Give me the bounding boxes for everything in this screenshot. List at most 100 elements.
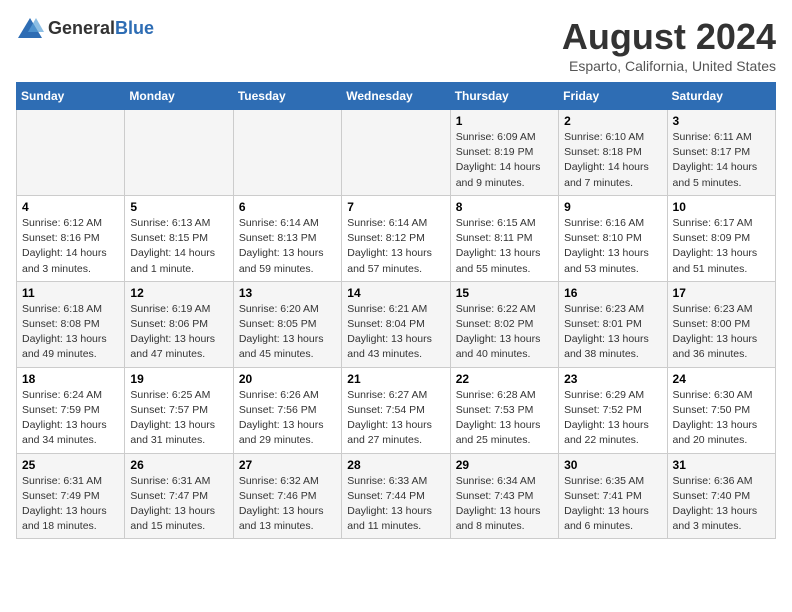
logo-general: General — [48, 18, 115, 38]
day-cell — [342, 110, 450, 196]
day-info: Sunrise: 6:23 AM Sunset: 8:01 PM Dayligh… — [564, 302, 661, 363]
logo-blue: Blue — [115, 18, 154, 38]
day-info: Sunrise: 6:30 AM Sunset: 7:50 PM Dayligh… — [673, 388, 770, 449]
subtitle: Esparto, California, United States — [562, 58, 776, 74]
day-info: Sunrise: 6:14 AM Sunset: 8:12 PM Dayligh… — [347, 216, 444, 277]
day-number: 2 — [564, 114, 661, 128]
col-header-sunday: Sunday — [17, 83, 125, 110]
day-number: 29 — [456, 458, 553, 472]
day-info: Sunrise: 6:17 AM Sunset: 8:09 PM Dayligh… — [673, 216, 770, 277]
day-cell — [17, 110, 125, 196]
day-cell: 26Sunrise: 6:31 AM Sunset: 7:47 PM Dayli… — [125, 453, 233, 539]
day-info: Sunrise: 6:16 AM Sunset: 8:10 PM Dayligh… — [564, 216, 661, 277]
col-header-tuesday: Tuesday — [233, 83, 341, 110]
day-number: 1 — [456, 114, 553, 128]
day-cell: 5 Sunrise: 6:13 AM Sunset: 8:15 PM Daylig… — [125, 195, 233, 281]
day-cell: 6Sunrise: 6:14 AM Sunset: 8:13 PM Daylig… — [233, 195, 341, 281]
day-number: 30 — [564, 458, 661, 472]
col-header-monday: Monday — [125, 83, 233, 110]
day-cell: 13 Sunrise: 6:20 AM Sunset: 8:05 PM Dayli… — [233, 281, 341, 367]
day-number: 18 — [22, 372, 119, 386]
day-info: Sunrise: 6:20 AM Sunset: 8:05 PM Dayligh… — [239, 302, 336, 363]
day-cell: 19 Sunrise: 6:25 AM Sunset: 7:57 PM Dayli… — [125, 367, 233, 453]
day-info: Sunrise: 6:36 AM Sunset: 7:40 PM Dayligh… — [673, 474, 770, 535]
day-info: Sunrise: 6:29 AM Sunset: 7:52 PM Dayligh… — [564, 388, 661, 449]
day-info: Sunrise: 6:33 AM Sunset: 7:44 PM Dayligh… — [347, 474, 444, 535]
day-number: 19 — [130, 372, 227, 386]
day-number: 20 — [239, 372, 336, 386]
day-cell: 17Sunrise: 6:23 AM Sunset: 8:00 PM Dayli… — [667, 281, 775, 367]
day-number: 3 — [673, 114, 770, 128]
day-cell: 20Sunrise: 6:26 AM Sunset: 7:56 PM Dayli… — [233, 367, 341, 453]
day-info: Sunrise: 6:27 AM Sunset: 7:54 PM Dayligh… — [347, 388, 444, 449]
day-info: Sunrise: 6:22 AM Sunset: 8:02 PM Dayligh… — [456, 302, 553, 363]
week-row-1: 1 Sunrise: 6:09 AM Sunset: 8:19 PM Daylig… — [17, 110, 776, 196]
day-number: 11 — [22, 286, 119, 300]
day-cell: 2 Sunrise: 6:10 AM Sunset: 8:18 PM Daylig… — [559, 110, 667, 196]
day-cell — [125, 110, 233, 196]
day-info: Sunrise: 6:25 AM Sunset: 7:57 PM Dayligh… — [130, 388, 227, 449]
page-header: GeneralBlue August 2024 Esparto, Califor… — [16, 16, 776, 74]
day-cell: 27 Sunrise: 6:32 AM Sunset: 7:46 PM Dayli… — [233, 453, 341, 539]
day-number: 13 — [239, 286, 336, 300]
day-number: 9 — [564, 200, 661, 214]
col-header-saturday: Saturday — [667, 83, 775, 110]
day-info: Sunrise: 6:10 AM Sunset: 8:18 PM Dayligh… — [564, 130, 661, 191]
day-info: Sunrise: 6:34 AM Sunset: 7:43 PM Dayligh… — [456, 474, 553, 535]
day-cell: 15 Sunrise: 6:22 AM Sunset: 8:02 PM Dayli… — [450, 281, 558, 367]
day-info: Sunrise: 6:13 AM Sunset: 8:15 PM Dayligh… — [130, 216, 227, 277]
col-header-thursday: Thursday — [450, 83, 558, 110]
day-info: Sunrise: 6:31 AM Sunset: 7:49 PM Dayligh… — [22, 474, 119, 535]
day-info: Sunrise: 6:23 AM Sunset: 8:00 PM Dayligh… — [673, 302, 770, 363]
day-number: 14 — [347, 286, 444, 300]
day-number: 31 — [673, 458, 770, 472]
day-number: 6 — [239, 200, 336, 214]
day-number: 21 — [347, 372, 444, 386]
day-number: 7 — [347, 200, 444, 214]
day-cell: 12 Sunrise: 6:19 AM Sunset: 8:06 PM Dayli… — [125, 281, 233, 367]
day-cell: 10 Sunrise: 6:17 AM Sunset: 8:09 PM Dayli… — [667, 195, 775, 281]
day-info: Sunrise: 6:18 AM Sunset: 8:08 PM Dayligh… — [22, 302, 119, 363]
col-header-wednesday: Wednesday — [342, 83, 450, 110]
logo: GeneralBlue — [16, 16, 154, 40]
day-number: 22 — [456, 372, 553, 386]
day-cell: 14 Sunrise: 6:21 AM Sunset: 8:04 PM Dayli… — [342, 281, 450, 367]
day-info: Sunrise: 6:32 AM Sunset: 7:46 PM Dayligh… — [239, 474, 336, 535]
main-title: August 2024 — [562, 16, 776, 58]
logo-icon — [16, 16, 44, 40]
day-number: 15 — [456, 286, 553, 300]
day-info: Sunrise: 6:15 AM Sunset: 8:11 PM Dayligh… — [456, 216, 553, 277]
day-number: 24 — [673, 372, 770, 386]
day-info: Sunrise: 6:19 AM Sunset: 8:06 PM Dayligh… — [130, 302, 227, 363]
day-cell: 9 Sunrise: 6:16 AM Sunset: 8:10 PM Daylig… — [559, 195, 667, 281]
day-cell: 4 Sunrise: 6:12 AM Sunset: 8:16 PM Daylig… — [17, 195, 125, 281]
day-number: 5 — [130, 200, 227, 214]
header-row: SundayMondayTuesdayWednesdayThursdayFrid… — [17, 83, 776, 110]
day-info: Sunrise: 6:35 AM Sunset: 7:41 PM Dayligh… — [564, 474, 661, 535]
day-cell: 16Sunrise: 6:23 AM Sunset: 8:01 PM Dayli… — [559, 281, 667, 367]
day-cell: 21 Sunrise: 6:27 AM Sunset: 7:54 PM Dayli… — [342, 367, 450, 453]
week-row-5: 25 Sunrise: 6:31 AM Sunset: 7:49 PM Dayli… — [17, 453, 776, 539]
day-cell: 22Sunrise: 6:28 AM Sunset: 7:53 PM Dayli… — [450, 367, 558, 453]
day-info: Sunrise: 6:11 AM Sunset: 8:17 PM Dayligh… — [673, 130, 770, 191]
title-block: August 2024 Esparto, California, United … — [562, 16, 776, 74]
day-info: Sunrise: 6:12 AM Sunset: 8:16 PM Dayligh… — [22, 216, 119, 277]
day-number: 10 — [673, 200, 770, 214]
day-cell: 28Sunrise: 6:33 AM Sunset: 7:44 PM Dayli… — [342, 453, 450, 539]
day-number: 25 — [22, 458, 119, 472]
col-header-friday: Friday — [559, 83, 667, 110]
week-row-2: 4 Sunrise: 6:12 AM Sunset: 8:16 PM Daylig… — [17, 195, 776, 281]
day-cell: 1 Sunrise: 6:09 AM Sunset: 8:19 PM Daylig… — [450, 110, 558, 196]
day-info: Sunrise: 6:09 AM Sunset: 8:19 PM Dayligh… — [456, 130, 553, 191]
day-number: 4 — [22, 200, 119, 214]
day-cell: 23Sunrise: 6:29 AM Sunset: 7:52 PM Dayli… — [559, 367, 667, 453]
day-cell: 7 Sunrise: 6:14 AM Sunset: 8:12 PM Daylig… — [342, 195, 450, 281]
week-row-4: 18 Sunrise: 6:24 AM Sunset: 7:59 PM Dayli… — [17, 367, 776, 453]
day-info: Sunrise: 6:24 AM Sunset: 7:59 PM Dayligh… — [22, 388, 119, 449]
day-number: 12 — [130, 286, 227, 300]
day-cell: 3 Sunrise: 6:11 AM Sunset: 8:17 PM Daylig… — [667, 110, 775, 196]
day-cell: 11 Sunrise: 6:18 AM Sunset: 8:08 PM Dayli… — [17, 281, 125, 367]
day-info: Sunrise: 6:21 AM Sunset: 8:04 PM Dayligh… — [347, 302, 444, 363]
day-number: 27 — [239, 458, 336, 472]
day-number: 8 — [456, 200, 553, 214]
